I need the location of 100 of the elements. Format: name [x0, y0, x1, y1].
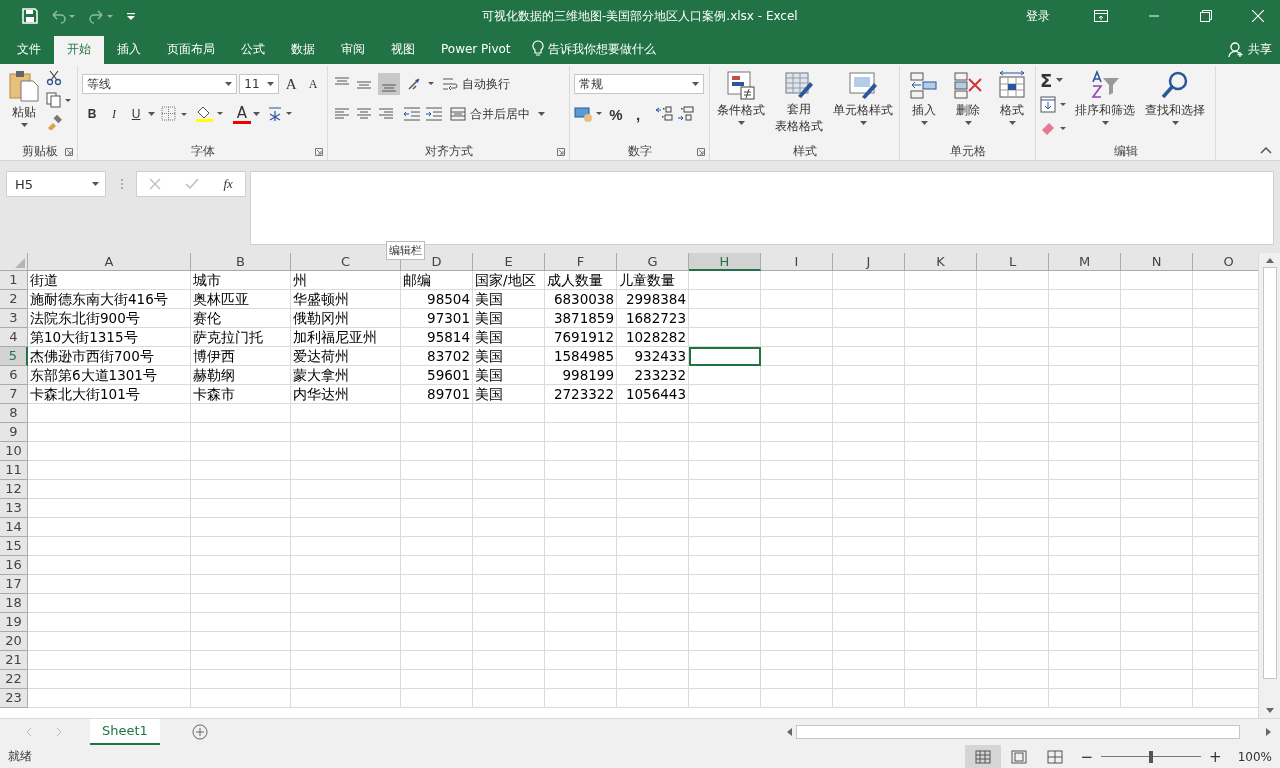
paste-button[interactable]: 粘贴: [6, 68, 42, 129]
scroll-left-icon[interactable]: [786, 728, 792, 736]
table-cell[interactable]: 萨克拉门托: [191, 328, 291, 347]
table-cell[interactable]: [1121, 632, 1193, 651]
collapse-ribbon-icon[interactable]: [1260, 146, 1272, 154]
table-cell[interactable]: [1049, 670, 1121, 689]
table-cell[interactable]: 施耐德东南大街416号: [28, 290, 191, 309]
table-cell[interactable]: [1049, 366, 1121, 385]
previous-sheet-icon[interactable]: [26, 728, 32, 736]
table-cell[interactable]: [1049, 385, 1121, 404]
table-cell[interactable]: 83702: [401, 347, 473, 366]
table-cell[interactable]: [545, 442, 617, 461]
ribbon-tab[interactable]: 公式: [228, 36, 278, 64]
table-cell[interactable]: [291, 575, 401, 594]
table-cell[interactable]: [473, 518, 545, 537]
table-cell[interactable]: [291, 594, 401, 613]
table-cell[interactable]: [761, 689, 833, 708]
table-cell[interactable]: [1121, 651, 1193, 670]
redo-icon[interactable]: [88, 8, 114, 24]
table-cell[interactable]: [401, 689, 473, 708]
row-header[interactable]: 15: [0, 537, 28, 556]
table-cell[interactable]: 州: [291, 271, 401, 290]
table-cell[interactable]: [191, 461, 291, 480]
table-cell[interactable]: [1121, 290, 1193, 309]
sort-filter-button[interactable]: 排序和筛选: [1072, 68, 1138, 127]
table-cell[interactable]: [617, 651, 689, 670]
table-cell[interactable]: [28, 594, 191, 613]
column-header[interactable]: I: [761, 253, 833, 271]
table-cell[interactable]: 233232: [617, 366, 689, 385]
decrease-decimal-icon[interactable]: [676, 105, 696, 123]
table-cell[interactable]: 97301: [401, 309, 473, 328]
table-cell[interactable]: [761, 499, 833, 518]
table-cell[interactable]: [761, 385, 833, 404]
table-cell[interactable]: [28, 689, 191, 708]
table-cell[interactable]: [401, 518, 473, 537]
row-header[interactable]: 13: [0, 499, 28, 518]
table-cell[interactable]: [28, 670, 191, 689]
table-cell[interactable]: [689, 271, 761, 290]
row-header[interactable]: 10: [0, 442, 28, 461]
ribbon-tab[interactable]: 插入: [104, 36, 154, 64]
cell-styles-button[interactable]: 单元格样式: [830, 68, 896, 127]
column-header[interactable]: J: [833, 253, 905, 271]
table-cell[interactable]: [473, 423, 545, 442]
ribbon-tab[interactable]: 页面布局: [154, 36, 228, 64]
table-cell[interactable]: [905, 594, 977, 613]
restore-icon[interactable]: [1200, 10, 1212, 22]
table-cell[interactable]: [473, 651, 545, 670]
table-cell[interactable]: [977, 689, 1049, 708]
table-cell[interactable]: [761, 347, 833, 366]
table-cell[interactable]: 98504: [401, 290, 473, 309]
table-cell[interactable]: [905, 423, 977, 442]
bold-button[interactable]: B: [82, 104, 102, 124]
table-cell[interactable]: [977, 366, 1049, 385]
table-cell[interactable]: [977, 518, 1049, 537]
table-cell[interactable]: [905, 461, 977, 480]
table-cell[interactable]: [191, 480, 291, 499]
table-cell[interactable]: [1049, 442, 1121, 461]
table-cell[interactable]: 卡森北大街101号: [28, 385, 191, 404]
table-cell[interactable]: [291, 480, 401, 499]
table-cell[interactable]: [761, 632, 833, 651]
table-cell[interactable]: [191, 556, 291, 575]
table-cell[interactable]: [833, 575, 905, 594]
fill-color-icon[interactable]: [195, 105, 225, 123]
table-cell[interactable]: [617, 480, 689, 499]
table-cell[interactable]: [977, 328, 1049, 347]
column-header[interactable]: H: [689, 253, 761, 271]
table-cell[interactable]: [905, 499, 977, 518]
table-cell[interactable]: [291, 461, 401, 480]
table-cell[interactable]: [473, 613, 545, 632]
table-cell[interactable]: [833, 328, 905, 347]
table-cell[interactable]: [1121, 385, 1193, 404]
table-cell[interactable]: [977, 594, 1049, 613]
table-cell[interactable]: 美国: [473, 309, 545, 328]
table-cell[interactable]: [833, 290, 905, 309]
sheet-tab[interactable]: Sheet1: [90, 719, 160, 745]
table-cell[interactable]: [1121, 442, 1193, 461]
horizontal-scrollbar[interactable]: [786, 724, 1272, 740]
table-cell[interactable]: [905, 385, 977, 404]
column-header[interactable]: G: [617, 253, 689, 271]
table-cell[interactable]: [761, 518, 833, 537]
table-cell[interactable]: [977, 480, 1049, 499]
row-header[interactable]: 3: [0, 309, 28, 328]
table-cell[interactable]: [833, 651, 905, 670]
table-cell[interactable]: [833, 632, 905, 651]
table-cell[interactable]: 博伊西: [191, 347, 291, 366]
table-cell[interactable]: 成人数量: [545, 271, 617, 290]
row-header[interactable]: 23: [0, 689, 28, 708]
table-cell[interactable]: [1121, 556, 1193, 575]
table-cell[interactable]: 59601: [401, 366, 473, 385]
zoom-slider-thumb[interactable]: [1149, 750, 1154, 763]
name-box[interactable]: H5: [6, 171, 106, 197]
table-cell[interactable]: [473, 670, 545, 689]
table-cell[interactable]: [977, 309, 1049, 328]
table-cell[interactable]: [191, 613, 291, 632]
table-cell[interactable]: [689, 442, 761, 461]
scroll-up-icon[interactable]: [1265, 257, 1274, 263]
table-cell[interactable]: [1121, 670, 1193, 689]
table-cell[interactable]: 95814: [401, 328, 473, 347]
dialog-launcher-icon[interactable]: [557, 148, 565, 156]
table-cell[interactable]: [833, 480, 905, 499]
